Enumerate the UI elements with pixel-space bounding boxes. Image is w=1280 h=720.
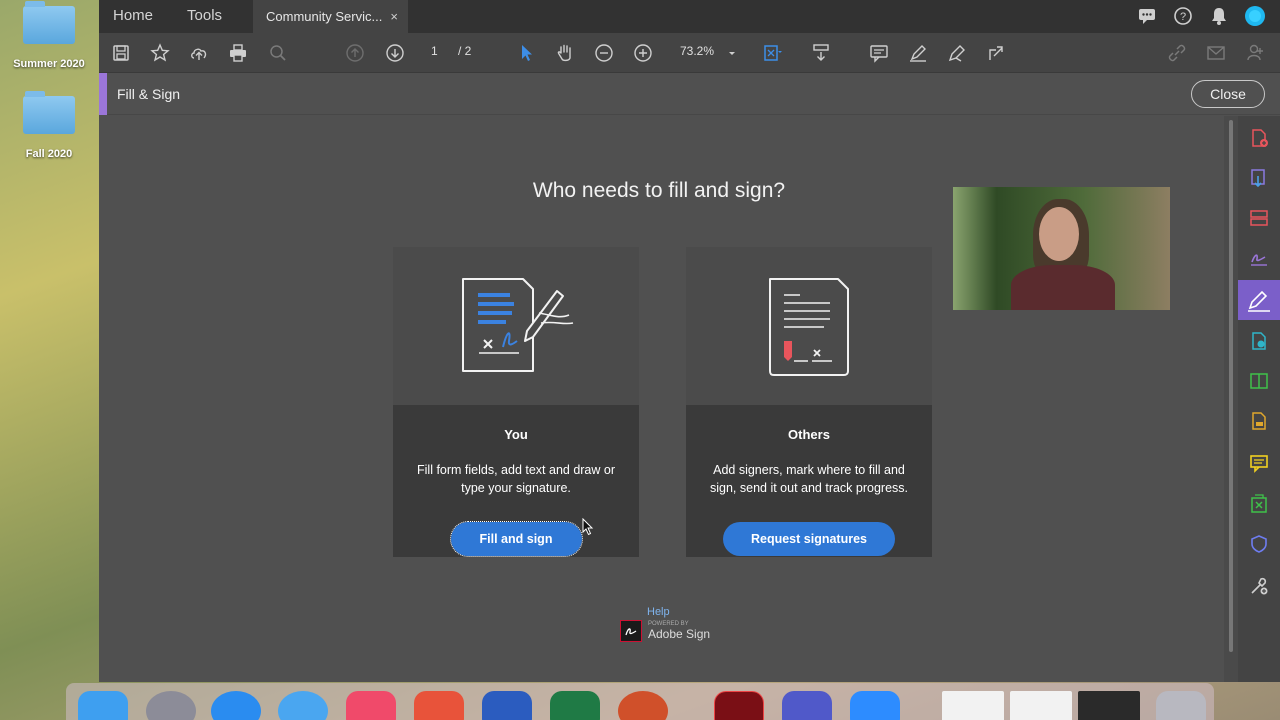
zoom-dropdown-chevron-icon[interactable] <box>720 41 744 65</box>
add-user-icon[interactable] <box>1243 41 1267 65</box>
star-icon[interactable] <box>148 41 172 65</box>
print-icon[interactable] <box>226 41 250 65</box>
adobe-sign-label: Adobe Sign <box>648 627 711 641</box>
sign-pen-icon[interactable] <box>945 41 969 65</box>
stamp-icon[interactable] <box>1249 411 1269 431</box>
upload-cloud-icon[interactable] <box>187 41 211 65</box>
teams-icon[interactable] <box>782 691 832 720</box>
tools-rail <box>1238 116 1280 682</box>
request-signatures-button[interactable]: Request signatures <box>723 522 895 556</box>
folder-icon <box>23 91 75 134</box>
svg-text:?: ? <box>1180 11 1186 23</box>
excel-export-icon[interactable] <box>1249 494 1269 514</box>
folder-label: Summer 2020 <box>13 58 85 70</box>
you-card[interactable]: You Fill form fields, add text and draw … <box>393 247 639 557</box>
desktop-folder-fall-2020[interactable]: Fall 2020 <box>8 91 90 160</box>
fill-sign-header: Fill & Sign Close <box>99 73 1280 115</box>
chat-icon[interactable] <box>1137 6 1157 26</box>
vertical-scrollbar[interactable] <box>1224 116 1238 682</box>
fill-sign-tool-icon[interactable] <box>1238 280 1280 320</box>
tab-document[interactable]: Community Servic... × <box>253 0 408 33</box>
tab-bar: Home Tools Community Servic... × ? <box>99 0 1280 33</box>
you-illustration <box>393 247 639 405</box>
organize-pages-icon[interactable] <box>1249 208 1269 228</box>
share-icon[interactable] <box>984 41 1008 65</box>
app-icon[interactable] <box>414 691 464 720</box>
desktop-folder-summer-2020[interactable]: Summer 2020 <box>8 1 90 70</box>
page-number-input[interactable]: 1 <box>431 44 438 58</box>
comment-icon[interactable] <box>867 41 891 65</box>
main-toolbar: 1 / 2 73.2% <box>99 33 1280 73</box>
excel-icon[interactable] <box>550 691 600 720</box>
scrollbar-thumb[interactable] <box>1229 120 1233 652</box>
macos-dock <box>66 683 1214 720</box>
dock-document-thumbnail[interactable] <box>1010 691 1072 720</box>
zoom-icon[interactable] <box>850 691 900 720</box>
trash-icon[interactable] <box>1156 691 1206 720</box>
acrobat-icon[interactable] <box>714 691 764 720</box>
hand-tool-icon[interactable] <box>553 41 577 65</box>
fill-document-icon <box>462 278 574 372</box>
zoom-search-icon[interactable] <box>266 41 290 65</box>
notifications-icon[interactable] <box>1209 6 1229 26</box>
save-icon[interactable] <box>109 41 133 65</box>
send-track-icon[interactable] <box>1249 331 1269 351</box>
highlight-pen-icon[interactable] <box>906 41 930 65</box>
you-description: Fill form fields, add text and draw or t… <box>417 463 615 495</box>
zoom-in-icon[interactable] <box>631 41 655 65</box>
music-icon[interactable] <box>346 691 396 720</box>
others-title: Others <box>788 427 830 442</box>
help-icon[interactable]: ? <box>1173 6 1193 26</box>
acrobat-window: Home Tools Community Servic... × ? 1 / 2 <box>99 0 1280 682</box>
launchpad-icon[interactable] <box>146 691 196 720</box>
tab-home[interactable]: Home <box>99 0 167 33</box>
request-signature-tool-icon[interactable] <box>1249 248 1269 268</box>
you-title: You <box>504 427 528 442</box>
page-total: / 2 <box>458 44 472 58</box>
mouse-cursor-icon <box>582 518 594 536</box>
compare-icon[interactable] <box>1249 371 1269 391</box>
adobe-sign-branding: POWERED BY Adobe Sign <box>620 620 710 642</box>
others-description: Add signers, mark where to fill and sign… <box>709 463 909 495</box>
folder-label: Fall 2020 <box>25 148 73 160</box>
powerpoint-icon[interactable] <box>618 691 668 720</box>
fill-and-sign-button[interactable]: Fill and sign <box>449 521 583 557</box>
export-pdf-icon[interactable] <box>1249 168 1269 188</box>
help-link[interactable]: Help <box>647 606 670 618</box>
others-card[interactable]: Others Add signers, mark where to fill a… <box>686 247 932 557</box>
email-icon[interactable] <box>1204 41 1228 65</box>
folder-icon <box>23 1 75 44</box>
tool-accent-bar <box>99 73 107 115</box>
close-tab-icon[interactable]: × <box>390 0 398 33</box>
others-illustration <box>686 247 932 405</box>
next-page-icon[interactable] <box>383 41 407 65</box>
word-icon[interactable] <box>482 691 532 720</box>
dock-window-thumbnail[interactable] <box>1078 691 1140 720</box>
create-pdf-icon[interactable] <box>1249 128 1269 148</box>
more-tools-icon[interactable] <box>1249 576 1269 596</box>
tab-document-label: Community Servic... <box>266 9 383 24</box>
profile-avatar-icon[interactable] <box>1245 6 1265 26</box>
close-button[interactable]: Close <box>1191 80 1265 108</box>
zoom-level[interactable]: 73.2% <box>680 44 714 58</box>
finder-icon[interactable] <box>78 691 128 720</box>
dock-document-thumbnail[interactable] <box>942 691 1004 720</box>
request-document-icon <box>769 278 849 376</box>
webcam-video-overlay[interactable] <box>953 187 1170 310</box>
protect-shield-icon[interactable] <box>1249 534 1269 554</box>
adobe-sign-logo-icon <box>620 620 642 642</box>
previous-page-icon[interactable] <box>343 41 367 65</box>
tab-tools[interactable]: Tools <box>173 0 236 33</box>
comment-tool-icon[interactable] <box>1249 453 1269 473</box>
scroll-mode-icon[interactable] <box>809 41 833 65</box>
safari-icon[interactable] <box>211 691 261 720</box>
link-icon[interactable] <box>1165 41 1189 65</box>
fit-page-icon[interactable] <box>760 41 784 65</box>
messages-icon[interactable] <box>278 691 328 720</box>
zoom-out-icon[interactable] <box>592 41 616 65</box>
panel-title: Fill & Sign <box>117 86 181 102</box>
select-cursor-icon[interactable] <box>515 41 539 65</box>
